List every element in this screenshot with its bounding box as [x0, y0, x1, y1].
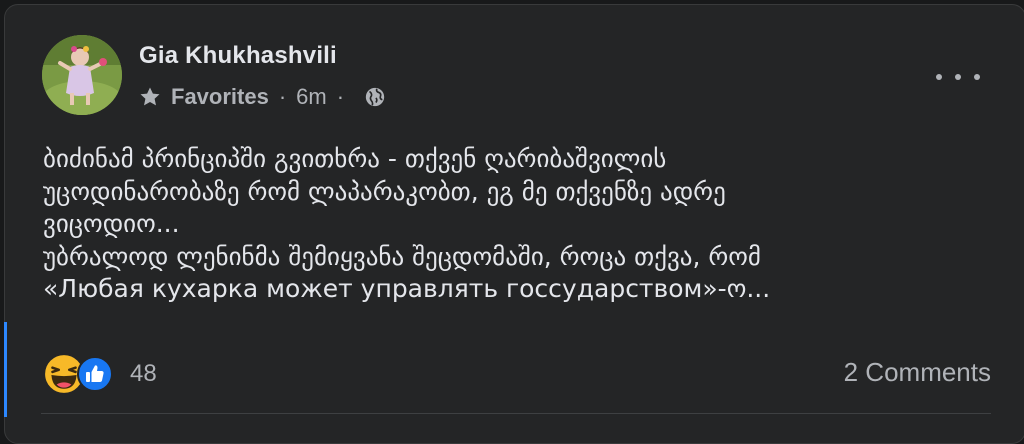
post-text-line: უბრალოდ ლენინმა შემიყვანა შეცდომაში, როც… — [43, 241, 761, 271]
more-dot — [936, 74, 942, 80]
author-avatar[interactable] — [42, 35, 122, 115]
more-dot — [974, 74, 980, 80]
post-timestamp[interactable]: 6m — [296, 84, 327, 110]
post-text-line: ბიძინამ პრინციპში გვითხრა - თქვენ ღარიბა… — [43, 144, 667, 173]
post-text-line: «Любая кухарка может управлять госсударс… — [43, 274, 771, 303]
post-card: Gia Khukhashvili Favorites · 6m · ბიძინა… — [4, 4, 1024, 444]
more-dot — [955, 74, 961, 80]
globe-icon — [365, 87, 385, 107]
comments-link[interactable]: 2 Comments — [844, 357, 991, 388]
like-icon — [77, 356, 113, 392]
meta-separator-2: · — [336, 84, 345, 109]
reactions-summary[interactable]: 48 — [43, 353, 157, 395]
post-text: ბიძინამ პრინციპში გვითხრა - თქვენ ღარიბა… — [43, 143, 1003, 306]
post-meta: Favorites · 6m · — [138, 84, 386, 110]
avatar-photo — [42, 35, 122, 115]
focus-indicator — [4, 322, 7, 417]
reaction-count: 48 — [130, 360, 157, 387]
meta-separator: · — [278, 84, 287, 109]
star-icon — [140, 87, 160, 106]
more-options-icon[interactable] — [936, 67, 980, 87]
audience-label[interactable]: Favorites — [171, 84, 269, 110]
post-text-line: ვიცოდიო... — [43, 209, 180, 238]
author-name[interactable]: Gia Khukhashvili — [139, 42, 337, 70]
action-divider — [41, 413, 991, 414]
post-text-line: უცოდინარობაზე რომ ლაპარაკობთ, ეგ მე თქვე… — [43, 176, 726, 206]
